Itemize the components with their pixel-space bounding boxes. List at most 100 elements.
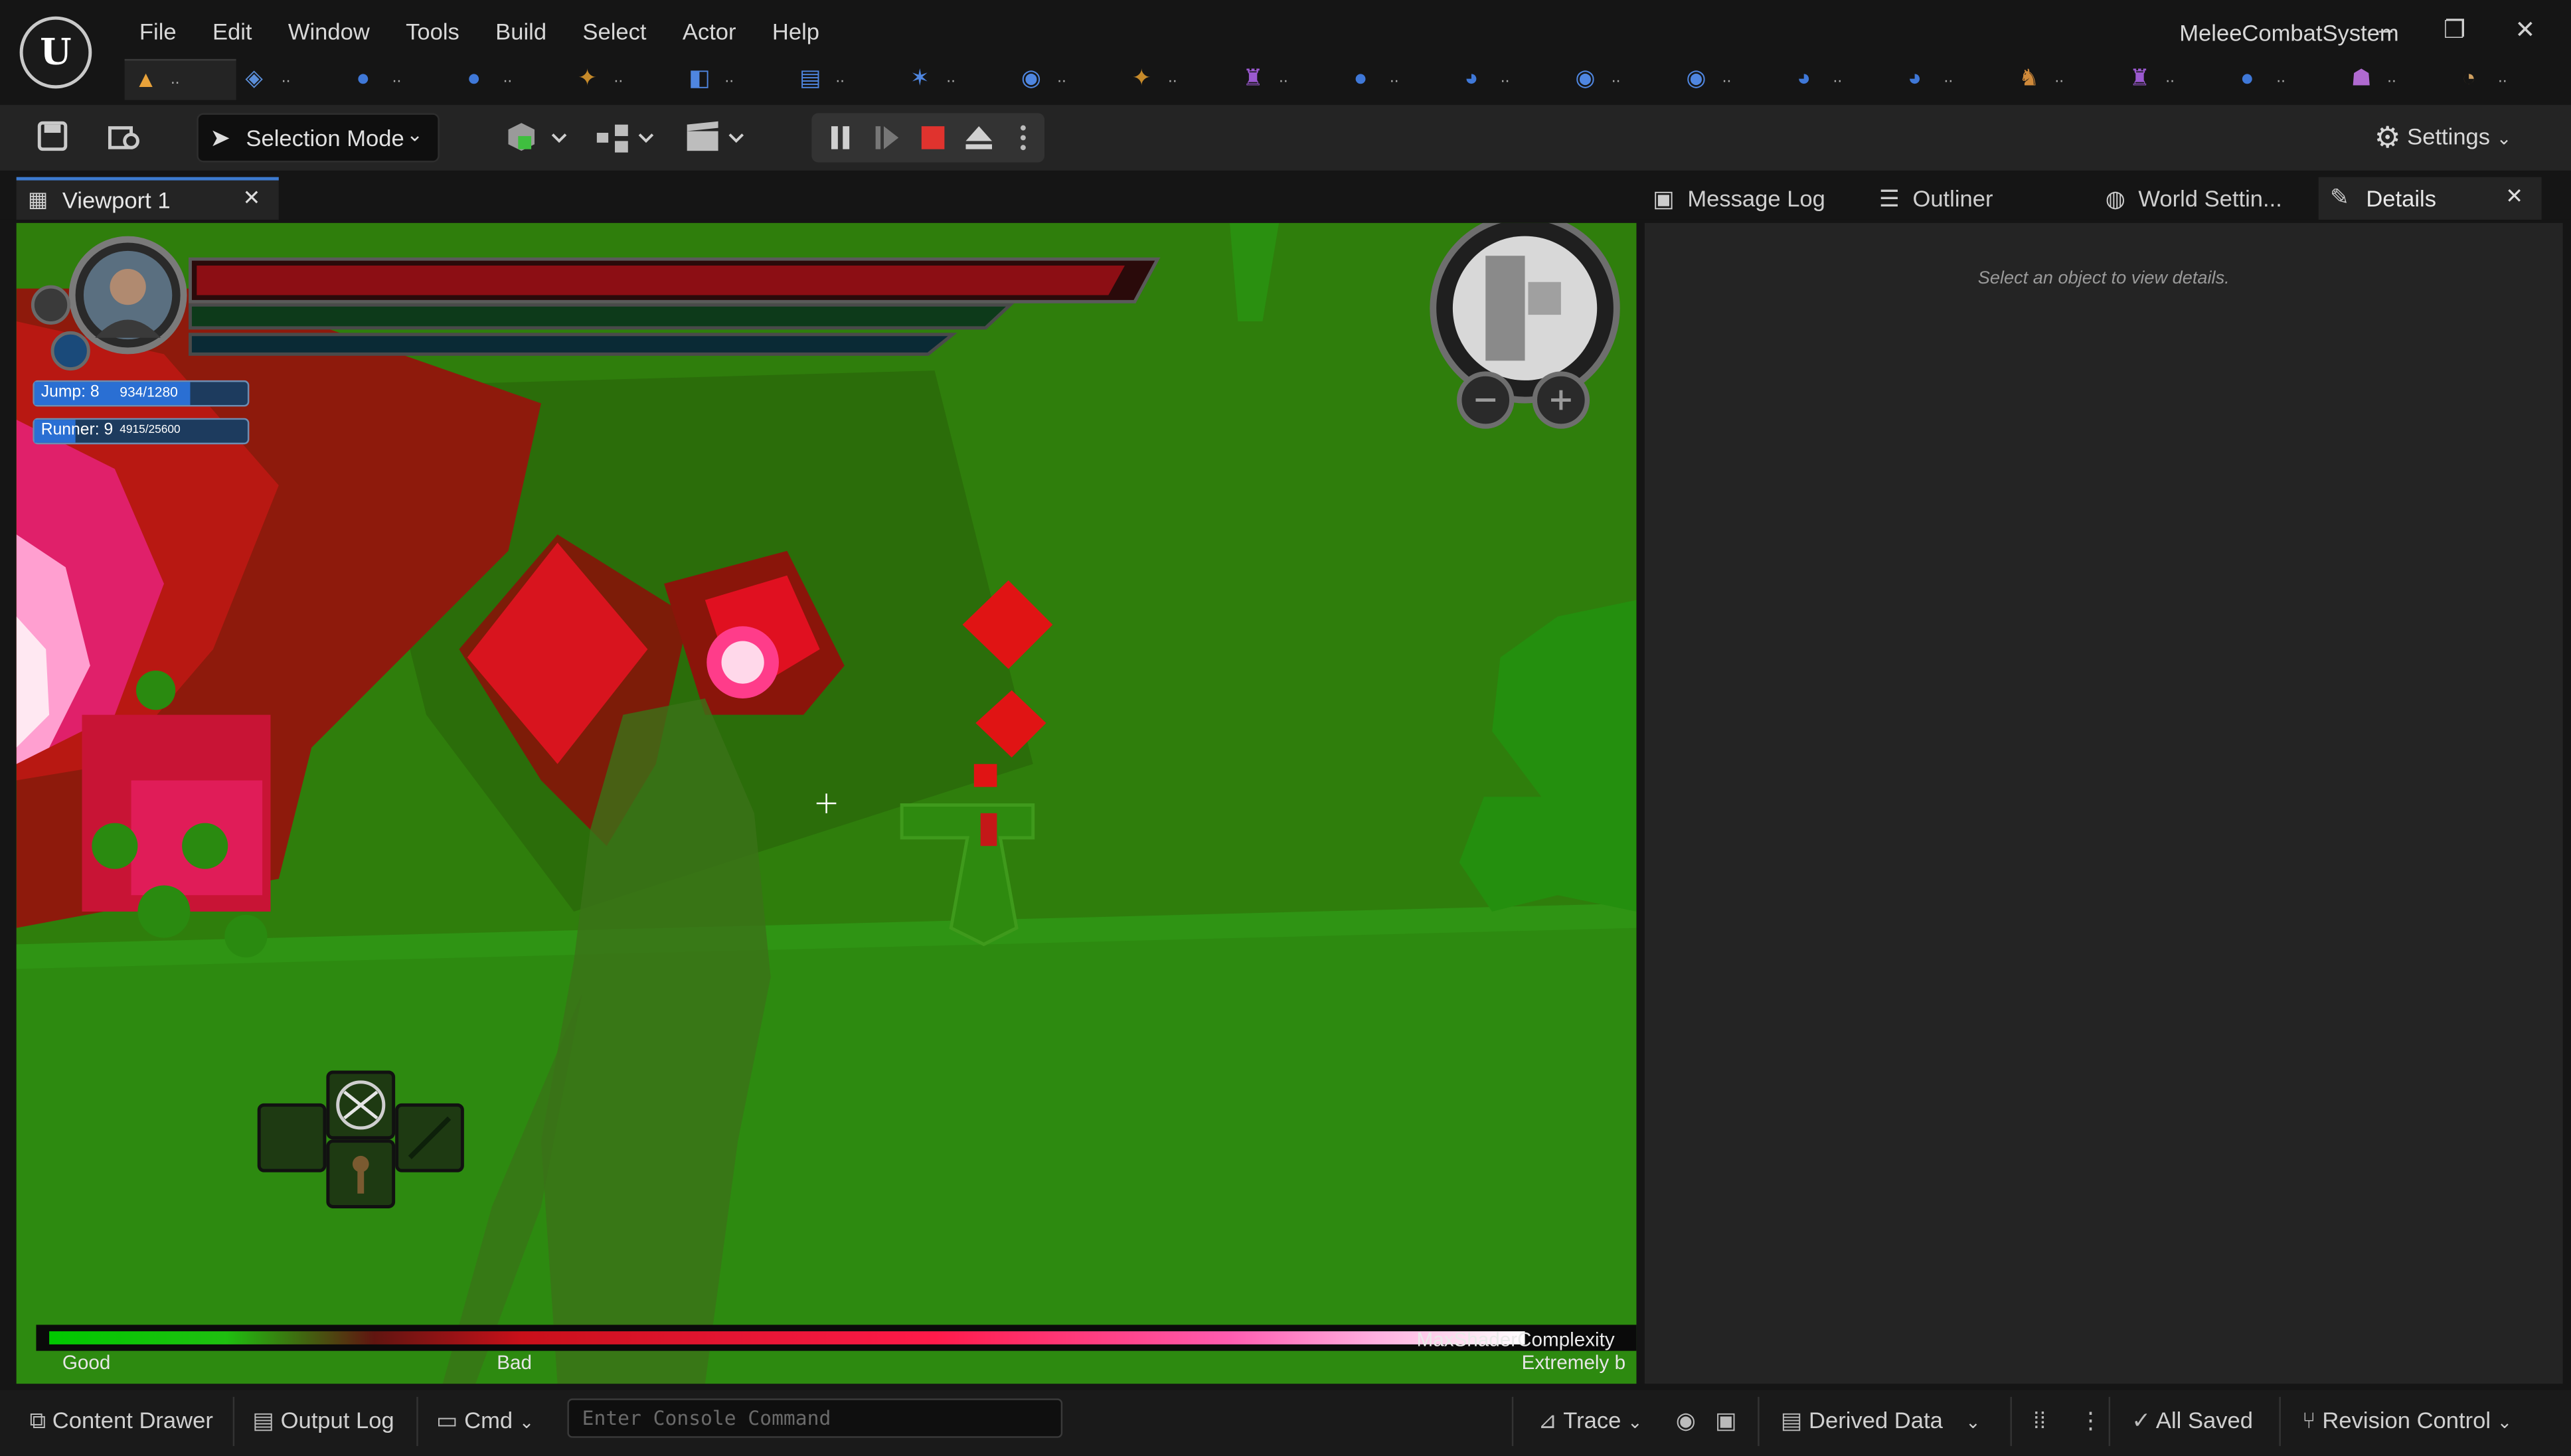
asset-tab[interactable]: ◕.. [1455, 59, 1566, 98]
details-empty-hint: Select an object to view details. [1977, 268, 2230, 289]
record-trace-icon[interactable]: ◉ [1676, 1407, 1696, 1435]
zoom-in-icon[interactable] [1544, 384, 1577, 416]
tab-message-log[interactable]: ▣ Message Log [1653, 177, 1825, 220]
runner-xp-value: 4915/25600 [120, 424, 181, 436]
message-log-icon: ▣ [1653, 185, 1675, 212]
settings-button[interactable]: ⚙ Settings ⌄ [2374, 121, 2512, 156]
derived-data-icon: ▤ [1780, 1406, 1803, 1433]
asset-tab[interactable]: ✦.. [1122, 59, 1233, 98]
asset-tab[interactable]: ●.. [1344, 59, 1455, 98]
stop-icon[interactable] [916, 121, 949, 154]
asset-tab[interactable]: ◉.. [1566, 59, 1677, 98]
tab-world-settings[interactable]: ◍ World Settin... [2106, 177, 2282, 220]
close-icon[interactable]: ✕ [2505, 184, 2523, 210]
source-control-icon[interactable]: ⁞⁞ [2033, 1407, 2046, 1433]
output-log-button[interactable]: ▤ Output Log [252, 1407, 394, 1435]
asset-tab[interactable]: ▤.. [789, 59, 900, 98]
asset-tab[interactable]: ♞.. [2009, 59, 2119, 98]
asset-tab[interactable]: ◉.. [1011, 59, 1122, 98]
console-command-input[interactable]: Enter Console Command [567, 1398, 1063, 1438]
minimize-icon[interactable]: – [2361, 13, 2410, 49]
snapshot-icon[interactable]: ▣ [1715, 1407, 1737, 1435]
cinematics-button[interactable] [682, 120, 748, 155]
selection-mode-label: Selection Mode [246, 124, 404, 151]
revision-control-dropdown[interactable]: ⑂ Revision Control ⌄ [2302, 1407, 2512, 1433]
cmd-dropdown[interactable]: ▭ Cmd ⌄ [436, 1407, 535, 1435]
menu-select[interactable]: Select [564, 17, 664, 46]
menu-actor[interactable]: Actor [665, 17, 754, 46]
menu-edit[interactable]: Edit [195, 17, 270, 46]
asset-tab[interactable]: ◕.. [1898, 59, 2009, 98]
jump-skill-bar: Jump: 8 934/1280 [33, 380, 250, 407]
menu-help[interactable]: Help [754, 17, 837, 46]
asset-tab[interactable]: ☗.. [2341, 59, 2452, 98]
content-drawer-button[interactable]: ⧉ Content Drawer [29, 1407, 212, 1435]
asset-tab-label: .. [1389, 68, 1399, 87]
add-actor-button[interactable] [502, 120, 568, 155]
step-frame-icon[interactable] [871, 121, 903, 154]
menu-file[interactable]: File [122, 17, 195, 46]
skeleton-icon: ● [2240, 64, 2254, 90]
asset-tab[interactable]: ●.. [2230, 59, 2341, 98]
all-saved-label: All Saved [2155, 1406, 2253, 1433]
asset-tab[interactable]: ♜.. [1233, 59, 1344, 98]
skeleton-icon: ● [1353, 64, 1368, 90]
asset-tab-label: .. [1168, 68, 1177, 87]
save-icon[interactable] [33, 120, 72, 155]
details-tab-label: Details [2366, 185, 2437, 212]
tab-viewport[interactable]: ▦ Viewport 1 ✕ [16, 177, 279, 220]
asset-tab-label: .. [1057, 68, 1066, 87]
play-controls [811, 113, 1045, 163]
asset-tab[interactable]: ◕.. [1787, 59, 1898, 98]
message-log-label: Message Log [1687, 185, 1825, 212]
output-log-label: Output Log [280, 1406, 394, 1433]
menu-window[interactable]: Window [270, 17, 388, 46]
tab-details[interactable]: ✎ Details ✕ [2318, 177, 2542, 220]
content-drawer-icon: ⧉ [29, 1406, 46, 1433]
asset-tab[interactable]: ✶.. [900, 59, 1011, 98]
asset-tab-label: .. [1500, 68, 1510, 87]
trace-dropdown[interactable]: ⊿ Trace ⌄ [1538, 1407, 1642, 1435]
legend-bad-label: Bad [497, 1350, 532, 1374]
all-saved-button[interactable]: ✓ All Saved [2131, 1407, 2253, 1435]
legend-extreme-label: Extremely b [1521, 1350, 1626, 1374]
divider [1758, 1396, 1760, 1447]
tab-outliner[interactable]: ☰ Outliner [1879, 177, 1993, 220]
asset-tab[interactable]: ●.. [347, 59, 457, 98]
zoom-out-icon[interactable] [1469, 384, 1502, 416]
more-options-icon[interactable]: ⋮ [2079, 1407, 2102, 1435]
restore-icon[interactable]: ❐ [2430, 13, 2479, 49]
skeleton-icon: ● [467, 64, 481, 90]
asset-tab[interactable]: ◔.. [2452, 59, 2563, 98]
jump-level-label: Jump: 8 [41, 383, 100, 402]
unreal-logo-icon[interactable]: U [19, 16, 92, 89]
asset-tab[interactable]: ♜.. [2119, 59, 2230, 98]
close-icon[interactable]: ✕ [242, 185, 260, 212]
level-viewport[interactable]: Jump: 8 934/1280 Runner: 9 4915/25600 Go… [16, 222, 1637, 1384]
asset-tab[interactable]: ◉.. [1676, 59, 1787, 98]
viewport-tab-label: Viewport 1 [62, 187, 171, 214]
asset-tab-label: .. [2165, 68, 2175, 87]
asset-tab[interactable]: ◧.. [679, 59, 789, 98]
selection-mode-dropdown[interactable]: ➤ Selection Mode ⌄ [197, 113, 440, 163]
asset-tab[interactable]: ◈.. [236, 59, 347, 98]
blueprints-button[interactable] [592, 120, 657, 155]
asset-tab[interactable]: ●.. [457, 59, 568, 98]
chevron-down-icon: ⌄ [519, 1413, 535, 1433]
eject-icon[interactable] [963, 121, 995, 154]
pencil-icon: ✎ [2330, 183, 2349, 210]
montage-icon: ♜ [2129, 64, 2151, 90]
derived-data-dropdown[interactable]: ▤ Derived Data ⌄ [1781, 1407, 1981, 1435]
physics-asset-icon: ◉ [1686, 64, 1706, 90]
browse-content-icon[interactable] [105, 120, 144, 155]
asset-tab[interactable]: ✦.. [568, 59, 679, 98]
more-options-icon[interactable] [1015, 121, 1032, 154]
branch-icon: ⑂ [2302, 1406, 2316, 1433]
save-status-icon: ✓ [2131, 1406, 2151, 1433]
asset-tab[interactable]: ▲.. [124, 58, 236, 100]
menu-tools[interactable]: Tools [388, 17, 477, 46]
menu-build[interactable]: Build [477, 17, 564, 46]
texture-icon: ◔ [2461, 64, 2476, 90]
close-window-icon[interactable]: ✕ [2501, 13, 2550, 49]
pause-icon[interactable] [825, 121, 857, 154]
